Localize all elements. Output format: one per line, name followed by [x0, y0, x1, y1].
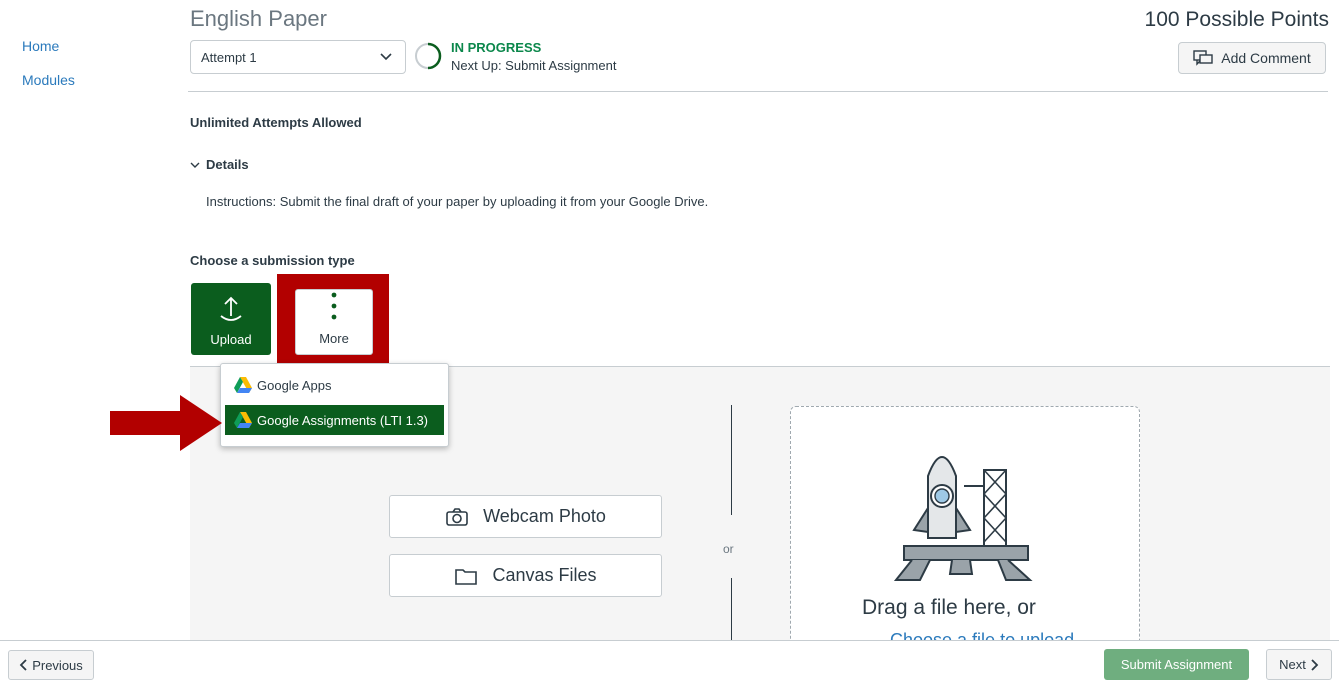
- upload-label: Upload: [210, 332, 252, 347]
- menu-item-label: Google Assignments (LTI 1.3): [257, 412, 429, 428]
- menu-item-google-assignments[interactable]: Google Assignments (LTI 1.3): [225, 405, 444, 435]
- canvas-files-label: Canvas Files: [492, 565, 597, 585]
- more-dropdown-menu: Google Apps Google Assignments (LTI 1.3): [220, 363, 449, 447]
- add-comment-button[interactable]: Add Comment: [1178, 42, 1326, 74]
- webcam-photo-button[interactable]: Webcam Photo: [389, 495, 662, 538]
- previous-button[interactable]: Previous: [8, 650, 94, 680]
- details-label: Details: [206, 157, 249, 172]
- upload-icon: [220, 296, 242, 321]
- possible-points: 100 Possible Points: [1144, 8, 1329, 31]
- menu-item-label: Google Apps: [257, 377, 332, 393]
- previous-label: Previous: [32, 657, 83, 673]
- drop-zone-text: Drag a file here, or: [862, 596, 1036, 619]
- folder-icon: [455, 568, 478, 585]
- next-up-text: Next Up: Submit Assignment: [451, 58, 617, 73]
- next-label: Next: [1279, 657, 1306, 672]
- nav-home-link[interactable]: Home: [22, 38, 59, 54]
- canvas-files-button[interactable]: Canvas Files: [389, 554, 662, 597]
- status-badge: IN PROGRESS: [451, 40, 542, 55]
- red-arrow-annotation: [110, 395, 222, 451]
- header-divider: [188, 91, 1328, 92]
- submit-assignment-button[interactable]: Submit Assignment: [1104, 649, 1249, 680]
- google-drive-icon: [234, 412, 252, 428]
- details-toggle[interactable]: Details: [190, 157, 249, 172]
- page-title: English Paper: [190, 6, 327, 31]
- chevron-left-icon: [19, 659, 27, 671]
- attempts-allowed-text: Unlimited Attempts Allowed: [190, 115, 362, 130]
- more-label: More: [319, 331, 349, 346]
- next-button[interactable]: Next: [1266, 649, 1332, 680]
- menu-item-google-apps[interactable]: Google Apps: [225, 370, 444, 400]
- kebab-icon: [331, 292, 337, 320]
- comment-icon: [1193, 50, 1213, 66]
- add-comment-label: Add Comment: [1221, 50, 1311, 66]
- attempt-select[interactable]: Attempt 1: [190, 40, 406, 74]
- or-divider-top: [731, 405, 732, 515]
- more-submission-button[interactable]: More: [295, 289, 373, 355]
- rocket-launch-icon: [893, 456, 1033, 581]
- google-drive-icon: [234, 377, 252, 393]
- or-divider-bottom: [731, 578, 732, 642]
- submission-type-heading: Choose a submission type: [190, 253, 355, 268]
- progress-ring-icon: [415, 42, 442, 70]
- camera-icon: [446, 507, 468, 526]
- instructions-text: Instructions: Submit the final draft of …: [206, 194, 709, 209]
- chevron-down-icon: [380, 53, 392, 61]
- nav-modules-link[interactable]: Modules: [22, 72, 75, 88]
- or-label: or: [723, 542, 734, 556]
- attempt-select-value: Attempt 1: [201, 49, 257, 65]
- upload-submission-button[interactable]: Upload: [191, 283, 271, 355]
- chevron-down-icon: [190, 162, 200, 168]
- chevron-right-icon: [1311, 658, 1319, 671]
- webcam-photo-label: Webcam Photo: [483, 506, 606, 526]
